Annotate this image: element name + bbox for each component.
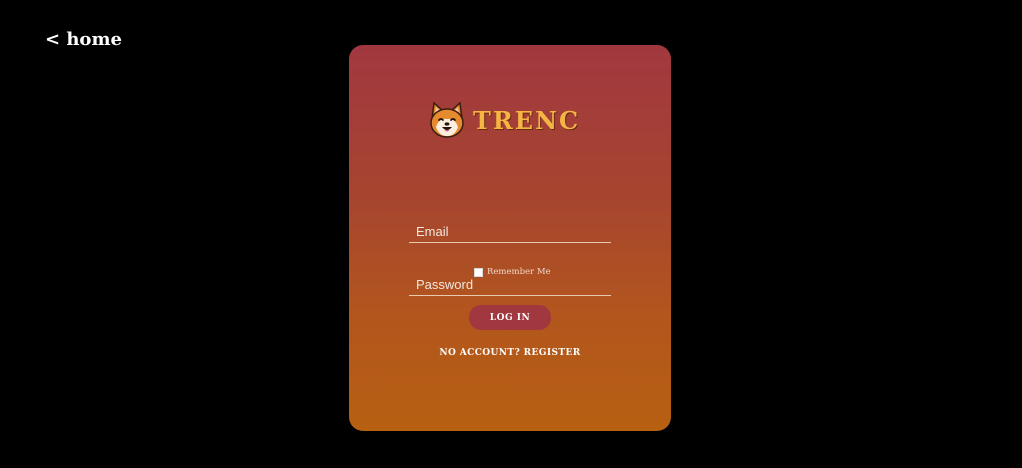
register-link[interactable]: NO ACCOUNT? REGISTER [349, 348, 671, 358]
login-card: TRENC Remember Me LOG IN NO ACCOUNT? REG… [349, 45, 671, 431]
email-field-wrapper [409, 221, 611, 243]
remember-me-label: Remember Me [487, 267, 551, 277]
email-field[interactable] [409, 221, 611, 242]
remember-me-checkbox[interactable] [474, 267, 483, 277]
home-link[interactable]: < home [45, 29, 122, 50]
shiba-dog-face-icon [430, 101, 464, 138]
brand-name: TRENC [473, 105, 581, 135]
password-field[interactable] [409, 274, 611, 295]
password-field-wrapper [409, 274, 611, 296]
login-button[interactable]: LOG IN [469, 305, 551, 330]
remember-me-row: Remember Me [474, 267, 551, 277]
brand-logo: TRENC [427, 100, 580, 140]
